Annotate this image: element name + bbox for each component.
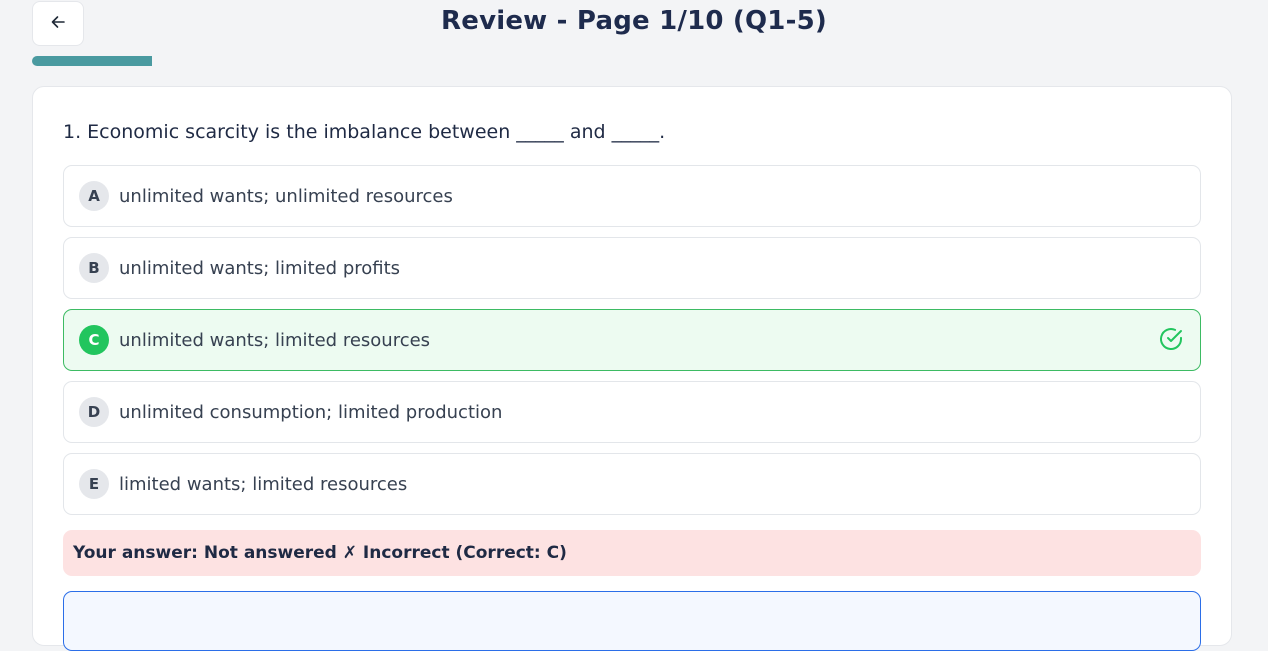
option-a[interactable]: A unlimited wants; unlimited resources xyxy=(63,165,1201,227)
option-label: limited wants; limited resources xyxy=(119,473,408,495)
page-title: Review - Page 1/10 (Q1-5) xyxy=(441,6,827,36)
option-letter: B xyxy=(79,253,109,283)
option-letter: E xyxy=(79,469,109,499)
answer-feedback: Your answer: Not answered ✗ Incorrect (C… xyxy=(63,530,1201,576)
option-c[interactable]: C unlimited wants; limited resources xyxy=(63,309,1201,371)
option-b[interactable]: B unlimited wants; limited profits xyxy=(63,237,1201,299)
check-circle-icon xyxy=(1158,326,1184,356)
option-label: unlimited consumption; limited productio… xyxy=(119,401,503,423)
option-label: unlimited wants; limited resources xyxy=(119,329,431,351)
progress-bar xyxy=(32,56,1232,66)
question-card: 1. Economic scarcity is the imbalance be… xyxy=(32,86,1232,651)
option-e[interactable]: E limited wants; limited resources xyxy=(63,453,1201,515)
option-label: unlimited wants; unlimited resources xyxy=(119,185,453,207)
option-letter: C xyxy=(79,325,109,355)
progress-fill xyxy=(32,56,152,66)
option-letter: D xyxy=(79,397,109,427)
question-text: 1. Economic scarcity is the imbalance be… xyxy=(63,121,666,143)
option-label: unlimited wants; limited profits xyxy=(119,257,401,279)
explanation-box xyxy=(63,591,1201,651)
option-letter: A xyxy=(79,181,109,211)
option-d[interactable]: D unlimited consumption; limited product… xyxy=(63,381,1201,443)
